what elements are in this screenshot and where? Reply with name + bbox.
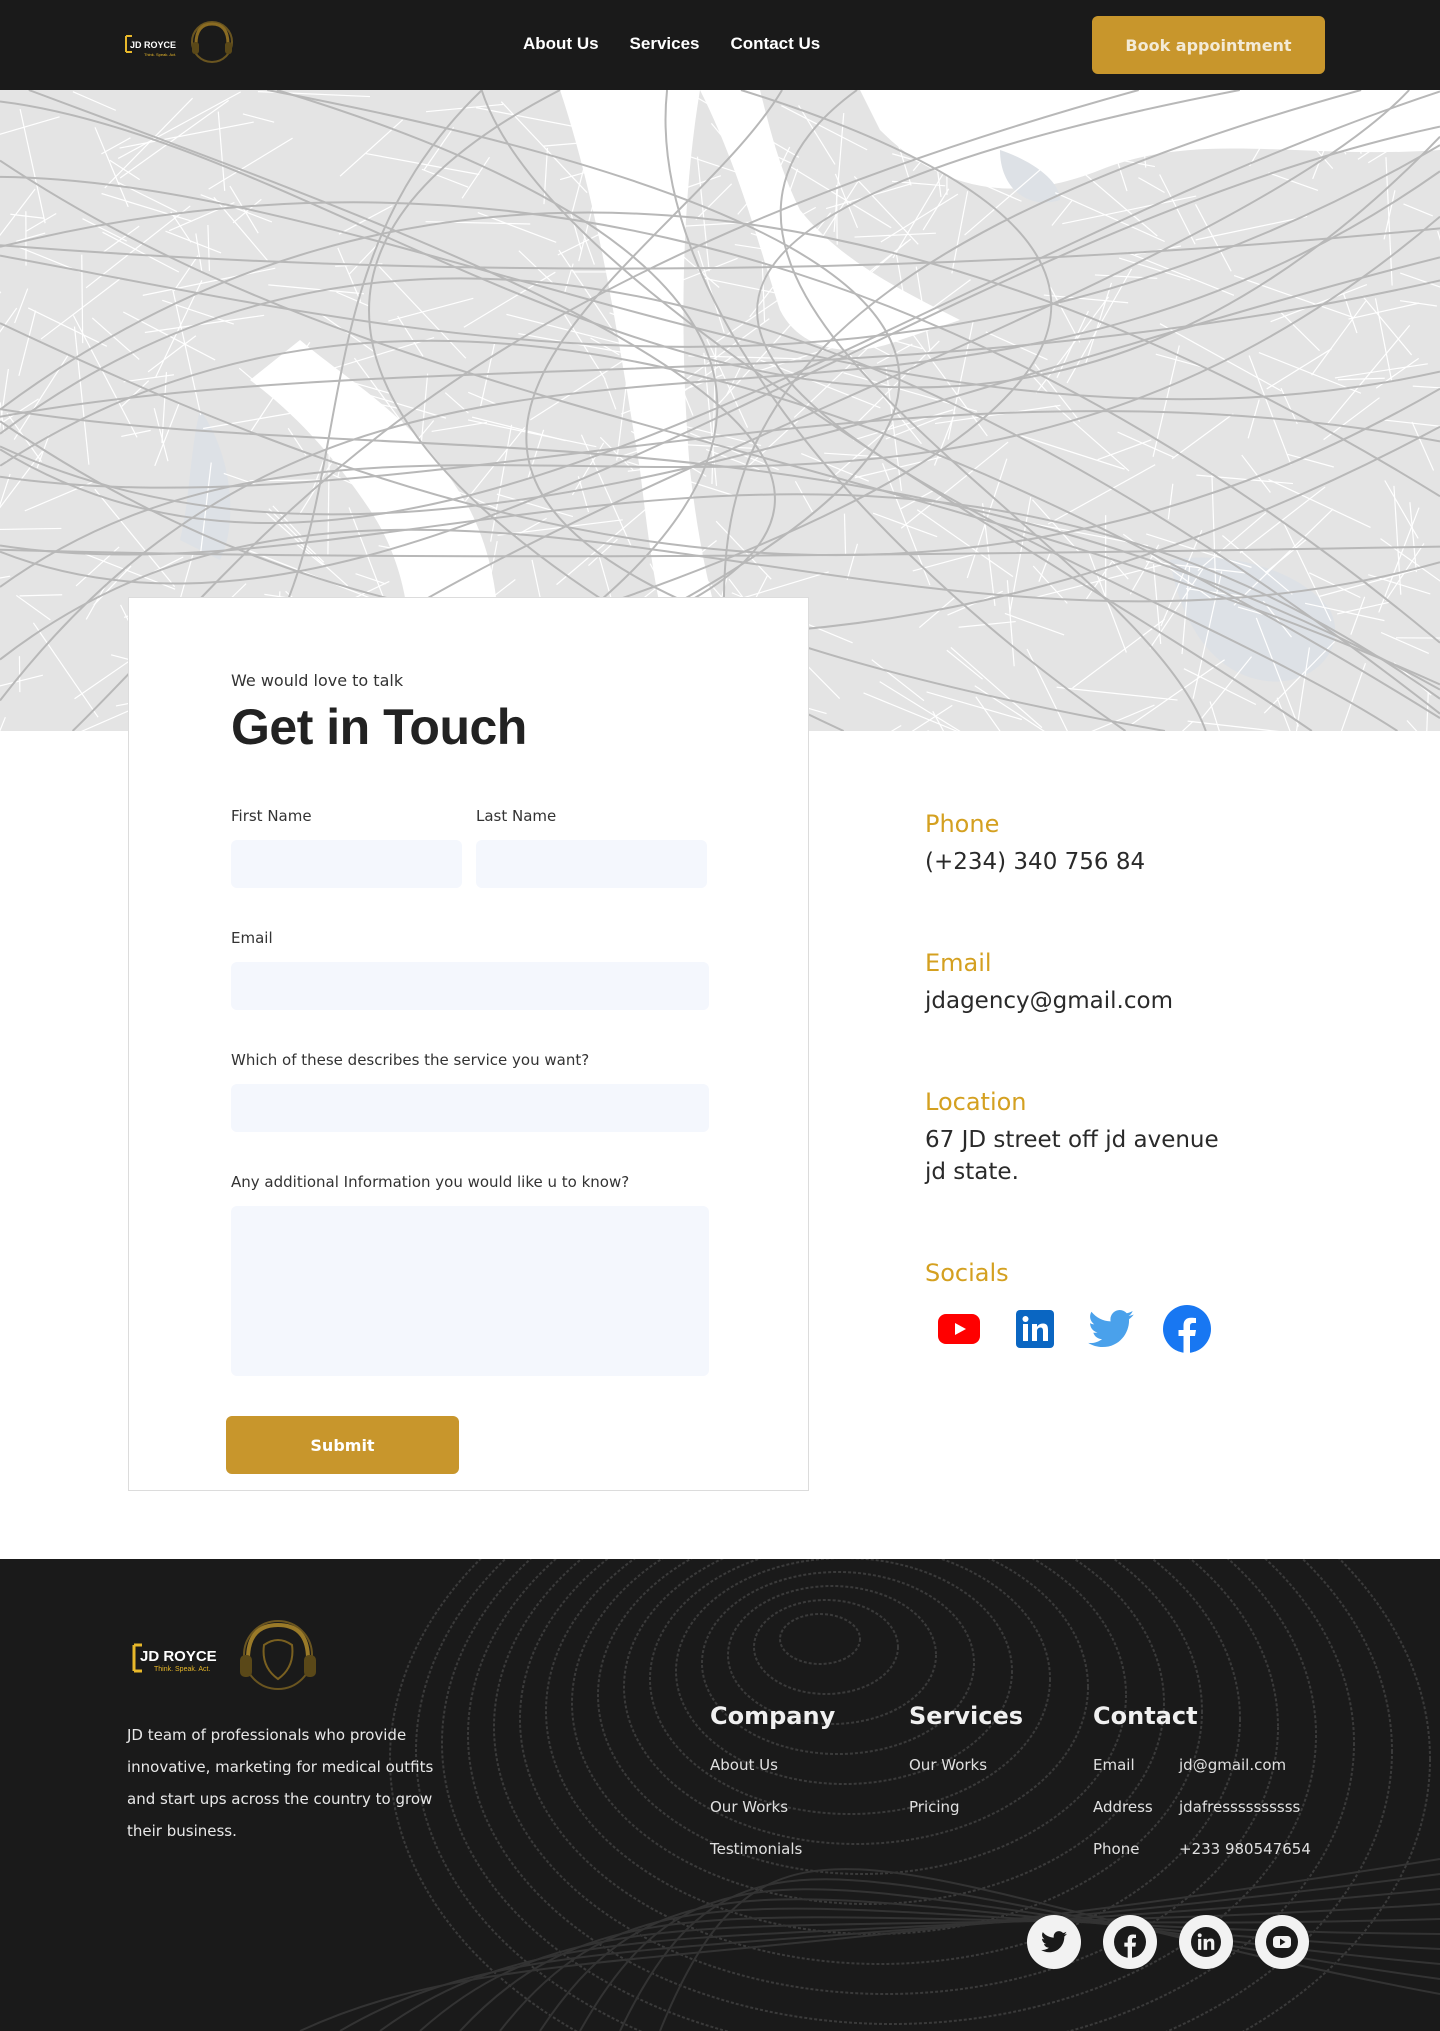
first-name-label: First Name <box>231 807 312 825</box>
facebook-icon[interactable] <box>1163 1305 1211 1353</box>
youtube-icon[interactable] <box>935 1305 983 1353</box>
linkedin-icon[interactable] <box>1011 1305 1059 1353</box>
logo-tagline: Think. Speak. Act. <box>144 52 176 57</box>
footer-link-testimonials[interactable]: Testimonials <box>710 1828 835 1870</box>
book-appointment-button[interactable]: Book appointment <box>1092 16 1325 74</box>
twitter-icon[interactable] <box>1087 1305 1135 1353</box>
submit-button[interactable]: Submit <box>226 1416 459 1474</box>
footer-socials <box>1027 1915 1309 1969</box>
first-name-input[interactable] <box>231 840 462 888</box>
footer-contact-value[interactable]: +233 980547654 <box>1179 1828 1311 1870</box>
location-line-1: 67 JD street off jd avenue <box>925 1127 1219 1153</box>
footer-contact-key: Phone <box>1093 1840 1140 1858</box>
footer-company-heading: Company <box>710 1702 836 1730</box>
footer-contact-row: Address jdafressssssssss <box>1093 1786 1311 1828</box>
footer-link-pricing[interactable]: Pricing <box>909 1786 1023 1828</box>
last-name-label: Last Name <box>476 807 557 825</box>
footer-logo[interactable]: JD ROYCE Think. Speak. Act. <box>130 1605 320 1705</box>
footer-logo-text: JD ROYCE <box>140 1648 217 1665</box>
last-name-input[interactable] <box>476 840 707 888</box>
footer-logo-tagline: Think. Speak. Act. <box>154 1666 210 1673</box>
logo-text: JD ROYCE <box>130 40 176 50</box>
service-input[interactable] <box>231 1084 709 1132</box>
form-title: Get in Touch <box>231 699 527 755</box>
contact-form-card: We would love to talk Get in Touch First… <box>128 597 809 1491</box>
footer-contact-key: Email <box>1093 1756 1135 1774</box>
email-input[interactable] <box>231 962 709 1010</box>
socials-row <box>935 1305 1211 1353</box>
footer-company-column: Company About Us Our Works Testimonials <box>710 1702 835 1870</box>
form-eyebrow: We would love to talk <box>231 671 404 690</box>
linkedin-icon[interactable] <box>1179 1915 1233 1969</box>
location-block: Location 67 JD street off jd avenue jd s… <box>925 1088 1219 1188</box>
nav-about-us[interactable]: About Us <box>523 34 599 54</box>
service-label: Which of these describes the service you… <box>231 1051 590 1069</box>
footer-contact-key: Address <box>1093 1798 1153 1816</box>
nav-links: About Us Services Contact Us <box>523 34 820 54</box>
email-heading: Email <box>925 949 992 977</box>
footer-contact-heading: Contact <box>1093 1702 1198 1730</box>
nav-contact-us[interactable]: Contact Us <box>731 34 821 54</box>
top-navbar: JD ROYCE Think. Speak. Act. About Us Ser… <box>0 0 1440 90</box>
facebook-icon[interactable] <box>1103 1915 1157 1969</box>
phone-value: (+234) 340 756 84 <box>925 849 1146 875</box>
footer-services-heading: Services <box>909 1702 1024 1730</box>
footer-contact-value: jdafressssssssss <box>1179 1798 1301 1816</box>
twitter-icon[interactable] <box>1027 1915 1081 1969</box>
footer-link-our-works[interactable]: Our Works <box>710 1786 835 1828</box>
footer-services-column: Services Our Works Pricing <box>909 1702 1023 1828</box>
socials-heading: Socials <box>925 1259 1009 1287</box>
location-line-2: jd state. <box>925 1159 1019 1185</box>
footer-link-about-us[interactable]: About Us <box>710 1744 835 1786</box>
location-heading: Location <box>925 1088 1027 1116</box>
email-label: Email <box>231 929 273 947</box>
footer-contact-column: Contact Email jd@gmail.com Address jdafr… <box>1093 1702 1311 1870</box>
nav-services[interactable]: Services <box>630 34 700 54</box>
youtube-icon[interactable] <box>1255 1915 1309 1969</box>
phone-block: Phone (+234) 340 756 84 <box>925 810 1145 878</box>
brand-logo[interactable]: JD ROYCE Think. Speak. Act. <box>124 12 242 74</box>
additional-info-textarea[interactable] <box>231 1206 709 1376</box>
footer-link-services-our-works[interactable]: Our Works <box>909 1744 1023 1786</box>
email-value[interactable]: jdagency@gmail.com <box>925 985 1173 1017</box>
footer-contact-row: Phone +233 980547654 <box>1093 1828 1311 1870</box>
email-block: Email jdagency@gmail.com <box>925 949 1173 1017</box>
socials-block: Socials <box>925 1259 1009 1287</box>
footer-description: JD team of professionals who provide inn… <box>127 1726 434 1840</box>
footer-contact-row: Email jd@gmail.com <box>1093 1744 1311 1786</box>
footer-contact-value[interactable]: jd@gmail.com <box>1179 1744 1286 1786</box>
additional-info-label: Any additional Information you would lik… <box>231 1173 630 1191</box>
phone-heading: Phone <box>925 810 1000 838</box>
